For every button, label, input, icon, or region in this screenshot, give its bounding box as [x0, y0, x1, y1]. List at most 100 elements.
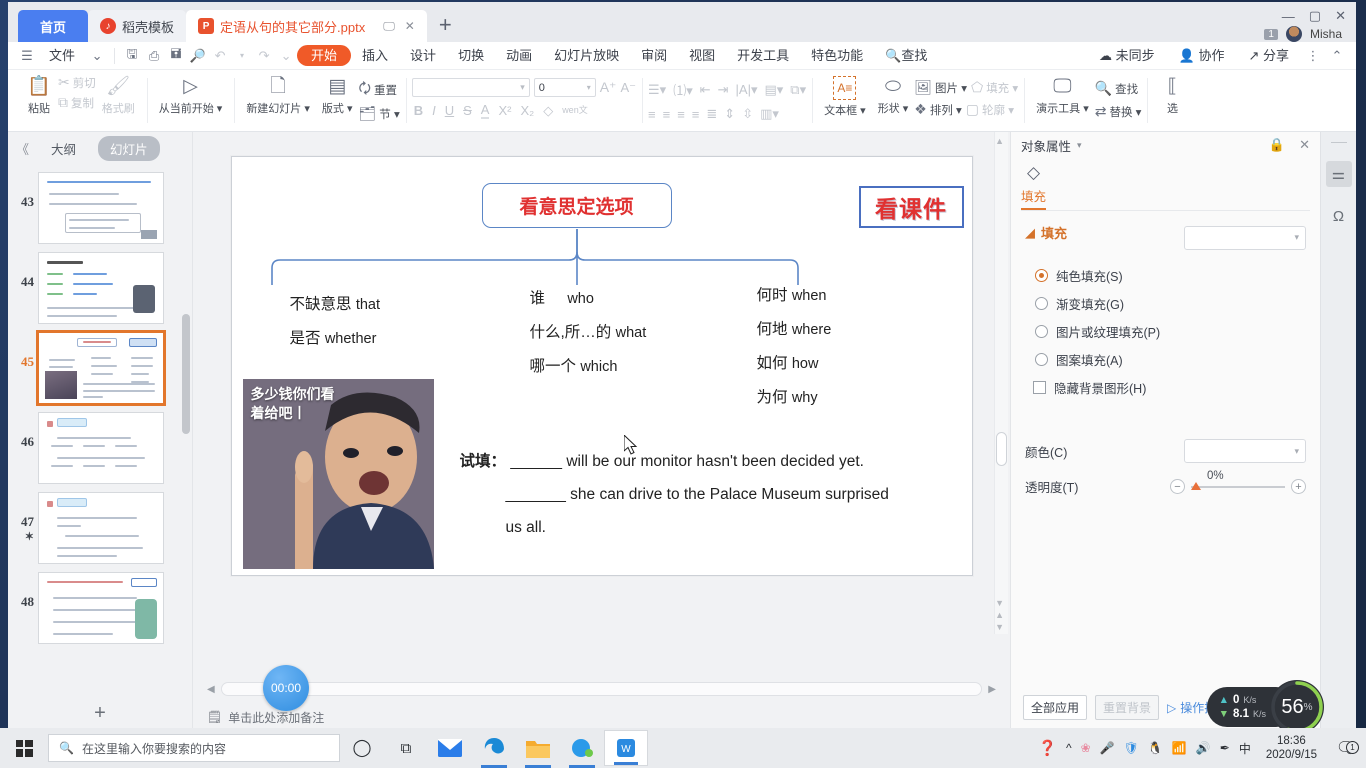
- radio-gradient-fill[interactable]: 渐变填充(G): [1035, 294, 1306, 313]
- superscript-button[interactable]: X²: [498, 103, 511, 118]
- ribbon-tab-developer[interactable]: 开发工具: [726, 42, 800, 70]
- notes-bar[interactable]: 🗒 单击此处添加备注: [193, 706, 1010, 728]
- ribbon-tab-view[interactable]: 视图: [678, 42, 726, 70]
- ribbon-tab-transition[interactable]: 切换: [447, 42, 495, 70]
- replace-button[interactable]: ⇄ 替换 ▾: [1095, 103, 1142, 120]
- drag-handle[interactable]: [1330, 142, 1347, 143]
- add-slide-button[interactable]: +: [8, 698, 192, 728]
- ribbon-tab-slideshow[interactable]: 幻灯片放映: [543, 42, 630, 70]
- omega-symbol-icon[interactable]: Ω: [1326, 203, 1352, 229]
- minimize-button[interactable]: —: [1282, 9, 1295, 24]
- thumbnail-row-47[interactable]: 47 ✶: [8, 488, 192, 568]
- tab-close-icon[interactable]: ✕: [405, 19, 415, 34]
- customize-qat-icon[interactable]: ⌄: [275, 48, 297, 64]
- maximize-button[interactable]: ▢: [1309, 8, 1321, 24]
- mindmap-root-box[interactable]: 看意思定选项: [481, 183, 672, 228]
- ribbon-tab-start[interactable]: 开始: [297, 45, 352, 66]
- grow-font-button[interactable]: A⁺: [600, 79, 617, 96]
- hamburger-icon[interactable]: ☰: [16, 48, 38, 64]
- justify-button[interactable]: ≡: [692, 107, 700, 122]
- ribbon-tab-special[interactable]: 特色功能: [800, 42, 874, 70]
- layout-button[interactable]: ▤ 版式 ▾: [316, 74, 359, 118]
- avatar[interactable]: [1285, 26, 1302, 42]
- canvas-scrollbar-thumb[interactable]: [996, 432, 1007, 466]
- prev-slide-icon[interactable]: ▲: [995, 610, 1004, 620]
- share-button[interactable]: ↗ 分享: [1237, 42, 1300, 70]
- radio-pattern-fill[interactable]: 图案填充(A): [1035, 350, 1306, 369]
- wps-icon[interactable]: W: [604, 730, 648, 766]
- clock[interactable]: 18:36 2020/9/15: [1260, 734, 1323, 762]
- task-view-icon[interactable]: ⧉: [384, 728, 428, 768]
- thumbnail-row-48[interactable]: 48: [8, 568, 192, 648]
- scroll-down-icon[interactable]: ▼: [995, 598, 1004, 608]
- microphone-icon[interactable]: 🎤: [1100, 741, 1115, 755]
- save-as-icon[interactable]: 🖬: [165, 45, 187, 67]
- start-button[interactable]: [0, 728, 48, 768]
- start-from-current-button[interactable]: ▷ 从当前开始 ▾: [153, 74, 229, 118]
- close-icon[interactable]: ✕: [1299, 137, 1310, 153]
- italic-button[interactable]: I: [432, 103, 436, 118]
- slider-knob[interactable]: [1191, 481, 1201, 490]
- cut-button[interactable]: ✂ 剪切: [58, 74, 96, 91]
- security-shield-icon[interactable]: 🛡: [1124, 741, 1139, 755]
- color-dropdown[interactable]: ▾: [1184, 439, 1306, 463]
- reset-button[interactable]: 🗘 重置: [358, 78, 399, 102]
- properties-panel-icon[interactable]: ⚌: [1325, 161, 1352, 187]
- thumbnail-row-44[interactable]: 44: [8, 248, 192, 328]
- tab-present-icon[interactable]: 🖵: [383, 19, 395, 34]
- tab-home[interactable]: 首页: [18, 10, 89, 42]
- copy-button[interactable]: ⧉ 复制: [58, 94, 96, 111]
- collapse-ribbon-icon[interactable]: ⌃: [1326, 48, 1348, 64]
- textbox-button[interactable]: A≡ 文本框 ▾: [818, 74, 872, 120]
- convert-smartart-button[interactable]: ⧉▾: [790, 82, 806, 98]
- increase-indent-button[interactable]: ⇥: [718, 82, 729, 98]
- timeline-prev-icon[interactable]: ◀: [207, 684, 215, 695]
- slide-thumbnail[interactable]: [38, 492, 164, 564]
- flower-icon[interactable]: ❀: [1081, 741, 1091, 755]
- increase-transparency-button[interactable]: +: [1291, 479, 1306, 494]
- shrink-font-button[interactable]: A⁻: [620, 80, 636, 96]
- edge-icon[interactable]: [472, 728, 516, 768]
- underline-button[interactable]: U: [445, 103, 454, 118]
- chevron-up-icon[interactable]: ^: [1066, 741, 1072, 755]
- wifi-icon[interactable]: 📶: [1172, 741, 1187, 755]
- ribbon-tab-animation[interactable]: 动画: [495, 42, 543, 70]
- chevron-down-icon[interactable]: ⌄: [86, 48, 108, 64]
- select-button[interactable]: ⟦ 选: [1153, 74, 1191, 118]
- timeline-next-icon[interactable]: ▶: [988, 684, 996, 695]
- search-doc-icon[interactable]: 🔎: [187, 48, 209, 64]
- radio-solid-fill[interactable]: 纯色填充(S): [1035, 266, 1306, 285]
- slide-thumbnail[interactable]: [38, 252, 164, 324]
- collaborate-button[interactable]: 👤 协作: [1168, 42, 1236, 70]
- volume-icon[interactable]: 🔊: [1196, 741, 1211, 755]
- chevron-down-icon[interactable]: ▾: [1077, 140, 1082, 151]
- help-icon[interactable]: ❓: [1038, 739, 1057, 757]
- fill-section-header[interactable]: ◢ 填充: [1025, 223, 1067, 242]
- exercise-block[interactable]: 试填： ______ will be our monitor hasn't be…: [460, 445, 889, 544]
- slide-thumbnail[interactable]: [38, 172, 164, 244]
- more-options-icon[interactable]: ⋮: [1302, 48, 1324, 64]
- radio-picture-texture-fill[interactable]: 图片或纹理填充(P): [1035, 322, 1306, 341]
- decrease-transparency-button[interactable]: −: [1170, 479, 1185, 494]
- shapes-button[interactable]: ⬭ 形状 ▾: [872, 74, 915, 118]
- fill-preset-dropdown[interactable]: ▾: [1184, 225, 1306, 250]
- search-input[interactable]: 🔍 在这里输入你要搜索的内容: [48, 734, 340, 762]
- clear-format-button[interactable]: ◇: [543, 103, 553, 119]
- decrease-indent-button[interactable]: ⇤: [700, 82, 711, 98]
- penguin-icon[interactable]: 🐧: [1148, 741, 1163, 755]
- section-button[interactable]: 🗂 节 ▾: [358, 105, 399, 122]
- apply-all-button[interactable]: 全部应用: [1023, 695, 1088, 720]
- network-monitor-widget[interactable]: ▲ 0 K/s ▼ 8.1 K/s 56 %: [1206, 680, 1324, 734]
- thumbnail-row-46[interactable]: 46: [8, 408, 192, 488]
- tab-outline[interactable]: 大纲: [39, 136, 88, 161]
- account-name[interactable]: Misha: [1310, 27, 1342, 41]
- columns-button[interactable]: ▥▾: [760, 106, 779, 122]
- timeline-track[interactable]: [220, 682, 983, 696]
- paste-button[interactable]: 📋 粘贴: [20, 74, 58, 118]
- course-badge-box[interactable]: 看课件: [858, 186, 964, 228]
- line-spacing-button[interactable]: ⇕: [724, 106, 735, 122]
- tab-fill[interactable]: ◇ 填充: [1021, 163, 1047, 210]
- align-text-button[interactable]: ▤▾: [764, 82, 783, 98]
- numbered-list-button[interactable]: ⑴▾: [673, 80, 693, 99]
- tab-slides[interactable]: 幻灯片: [98, 135, 160, 161]
